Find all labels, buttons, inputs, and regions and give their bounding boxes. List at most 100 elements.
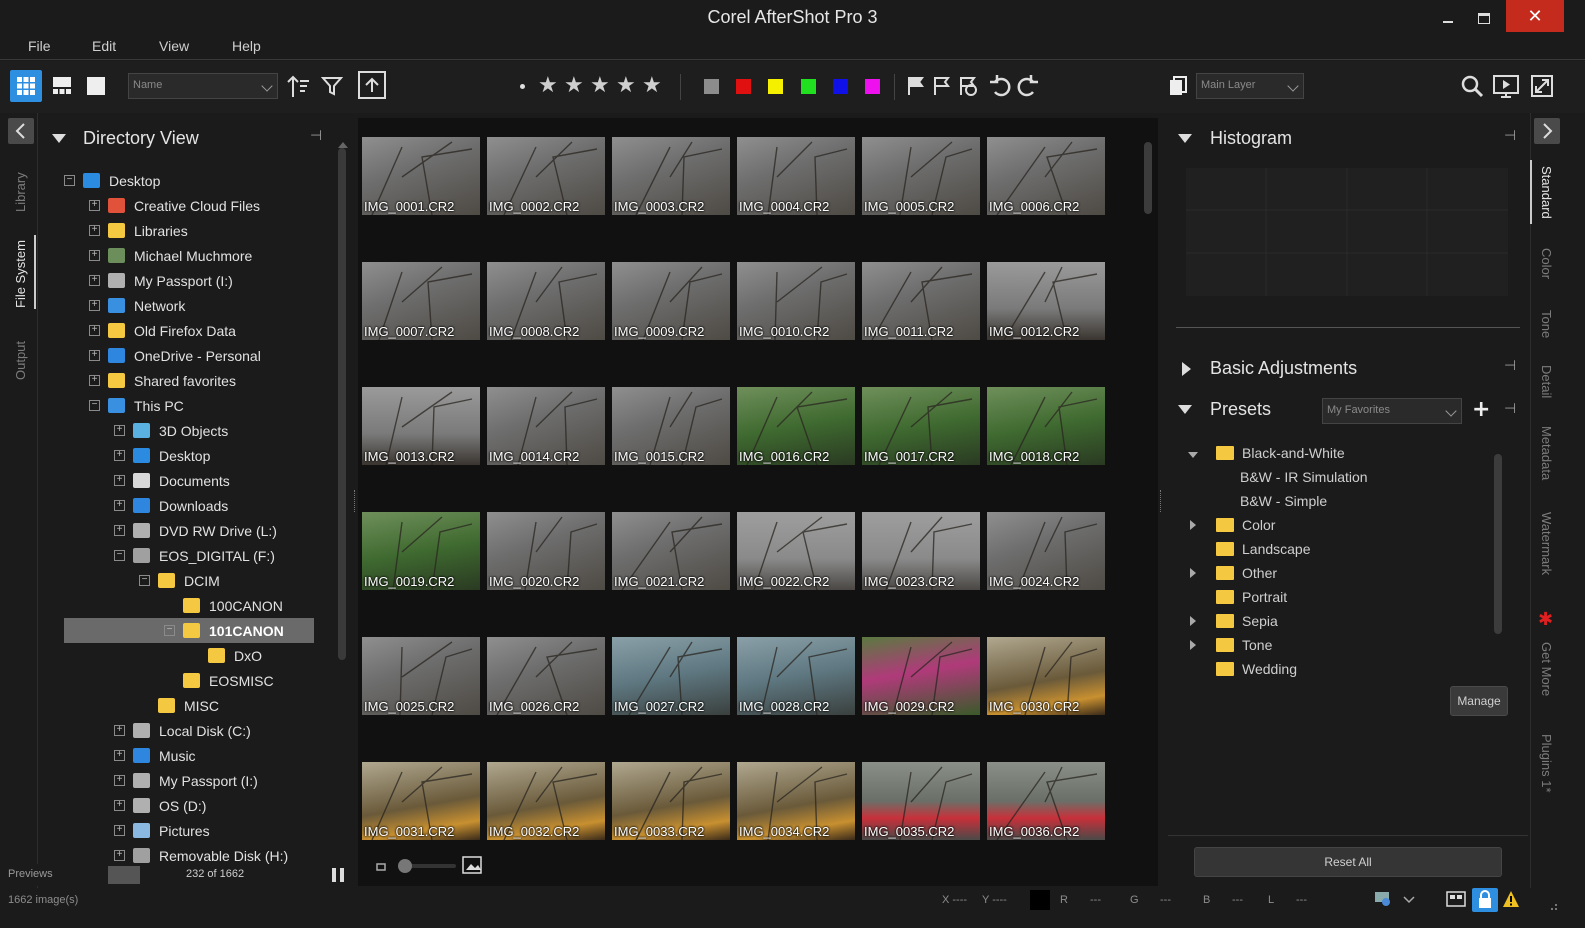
thumbnail[interactable]: IMG_0022.CR2	[737, 512, 855, 590]
thumbnail[interactable]: IMG_0036.CR2	[987, 762, 1105, 840]
tree-item[interactable]: − This PC	[64, 393, 344, 418]
maximize-button[interactable]	[1462, 0, 1506, 36]
zoom-button[interactable]	[1458, 72, 1486, 100]
basic-adjustments-title[interactable]: Basic Adjustments	[1210, 358, 1357, 379]
tab-color[interactable]: Color	[1539, 248, 1554, 279]
rating-star-5[interactable]: ★	[642, 73, 662, 98]
flag-pick-button[interactable]	[902, 72, 930, 100]
preset-folder[interactable]: Landscape	[1188, 537, 1488, 561]
grid-view-button[interactable]	[10, 70, 42, 102]
status-menu-button[interactable]	[1402, 892, 1416, 906]
pin-icon[interactable]: ⊣	[1504, 401, 1516, 417]
pin-icon[interactable]: ⊣	[1504, 128, 1516, 144]
expand-icon[interactable]: +	[114, 500, 125, 511]
thumb-size-small-button[interactable]	[374, 858, 388, 872]
presets-scrollbar[interactable]	[1494, 454, 1502, 634]
sort-order-button[interactable]	[284, 72, 312, 100]
tree-scrollbar[interactable]	[338, 148, 346, 660]
expand-icon[interactable]: +	[114, 525, 125, 536]
pin-icon[interactable]: ⊣	[310, 128, 322, 144]
tree-item[interactable]: + Local Disk (C:)	[64, 718, 344, 743]
thumbnail[interactable]: IMG_0032.CR2	[487, 762, 605, 840]
expand-triangle-icon[interactable]	[1182, 362, 1191, 376]
preset-folder[interactable]: Other	[1188, 561, 1488, 585]
menu-file[interactable]: File	[28, 38, 51, 54]
copy-settings-button[interactable]	[1164, 72, 1192, 100]
thumbnail[interactable]: IMG_0034.CR2	[737, 762, 855, 840]
preset-folder[interactable]: Portrait	[1188, 585, 1488, 609]
expand-icon[interactable]: +	[89, 250, 100, 261]
thumbnail[interactable]: IMG_0006.CR2	[987, 137, 1105, 215]
color-label-red[interactable]	[736, 79, 751, 94]
tree-item[interactable]: − 101CANON	[64, 618, 314, 643]
expand-triangle-icon[interactable]	[1188, 517, 1202, 533]
collapse-icon[interactable]: −	[164, 625, 175, 636]
expand-triangle-icon[interactable]	[1188, 565, 1202, 581]
thumb-size-large-button[interactable]	[462, 856, 482, 874]
tree-item[interactable]: + Old Firefox Data	[64, 318, 344, 343]
expand-icon[interactable]: +	[114, 425, 125, 436]
thumbnail[interactable]: IMG_0026.CR2	[487, 637, 605, 715]
thumbnail[interactable]: IMG_0002.CR2	[487, 137, 605, 215]
thumbnail[interactable]: IMG_0007.CR2	[362, 262, 480, 340]
expand-icon[interactable]: +	[114, 475, 125, 486]
tree-item[interactable]: + Creative Cloud Files	[64, 193, 344, 218]
preset-item[interactable]: B&W - IR Simulation	[1188, 465, 1488, 489]
expand-icon[interactable]: +	[114, 750, 125, 761]
collapse-triangle-icon[interactable]	[1178, 134, 1192, 143]
color-label-yellow[interactable]	[768, 79, 783, 94]
expand-icon[interactable]: +	[89, 325, 100, 336]
tree-item[interactable]: + Downloads	[64, 493, 344, 518]
color-profile-button[interactable]	[1374, 890, 1392, 908]
expand-icon[interactable]: +	[114, 825, 125, 836]
tab-watermark[interactable]: Watermark	[1539, 512, 1554, 575]
thumbnail[interactable]: IMG_0033.CR2	[612, 762, 730, 840]
close-button[interactable]: ✕	[1506, 0, 1564, 32]
preset-folder[interactable]: Black-and-White	[1188, 441, 1488, 465]
tree-item[interactable]: + OS (D:)	[64, 793, 344, 818]
thumbnail[interactable]: IMG_0029.CR2	[862, 637, 980, 715]
thumbnail[interactable]: IMG_0011.CR2	[862, 262, 980, 340]
pin-icon[interactable]: ⊣	[1504, 358, 1516, 374]
rating-star-1[interactable]: ★	[538, 73, 558, 98]
menu-view[interactable]: View	[159, 38, 189, 54]
preset-folder[interactable]: Color	[1188, 513, 1488, 537]
filmstrip-view-button[interactable]	[48, 72, 76, 100]
preset-item[interactable]: B&W - Simple	[1188, 489, 1488, 513]
collapse-triangle-icon[interactable]	[1188, 445, 1202, 461]
grid-scrollbar[interactable]	[1142, 124, 1154, 878]
color-label-magenta[interactable]	[865, 79, 880, 94]
thumbnail[interactable]: IMG_0004.CR2	[737, 137, 855, 215]
flag-unflag-button[interactable]	[928, 72, 956, 100]
expand-icon[interactable]: +	[89, 200, 100, 211]
expand-icon[interactable]: +	[89, 225, 100, 236]
collapse-right-button[interactable]	[1534, 118, 1560, 144]
rotate-right-button[interactable]	[1014, 72, 1042, 100]
thumbnail[interactable]: IMG_0014.CR2	[487, 387, 605, 465]
slider-handle[interactable]	[398, 859, 412, 873]
tab-library[interactable]: Library	[13, 172, 28, 212]
expand-icon[interactable]: +	[89, 350, 100, 361]
tree-item[interactable]: + Shared favorites	[64, 368, 344, 393]
thumbnail[interactable]: IMG_0020.CR2	[487, 512, 605, 590]
thumbnail[interactable]: IMG_0013.CR2	[362, 387, 480, 465]
tree-item[interactable]: − DCIM	[64, 568, 344, 593]
tab-metadata[interactable]: Metadata	[1539, 426, 1554, 480]
collapse-triangle-icon[interactable]	[1178, 405, 1192, 414]
grid-scrollbar-thumb[interactable]	[1144, 142, 1152, 214]
thumbnail[interactable]: IMG_0024.CR2	[987, 512, 1105, 590]
thumbnail[interactable]: IMG_0027.CR2	[612, 637, 730, 715]
collapse-left-button[interactable]	[8, 118, 34, 144]
tree-item[interactable]: 100CANON	[64, 593, 344, 618]
tab-plugins[interactable]: Plugins 1*	[1539, 734, 1554, 793]
reset-all-button[interactable]: Reset All	[1194, 847, 1502, 877]
tab-output[interactable]: Output	[13, 341, 28, 380]
presets-select[interactable]: My Favorites	[1322, 398, 1462, 424]
tree-item[interactable]: MISC	[64, 693, 344, 718]
rating-star-4[interactable]: ★	[616, 73, 636, 98]
menu-help[interactable]: Help	[232, 38, 261, 54]
add-preset-button[interactable]: +	[1472, 397, 1490, 422]
thumbnail[interactable]: IMG_0016.CR2	[737, 387, 855, 465]
thumbnail[interactable]: IMG_0001.CR2	[362, 137, 480, 215]
collapse-icon[interactable]: −	[114, 550, 125, 561]
